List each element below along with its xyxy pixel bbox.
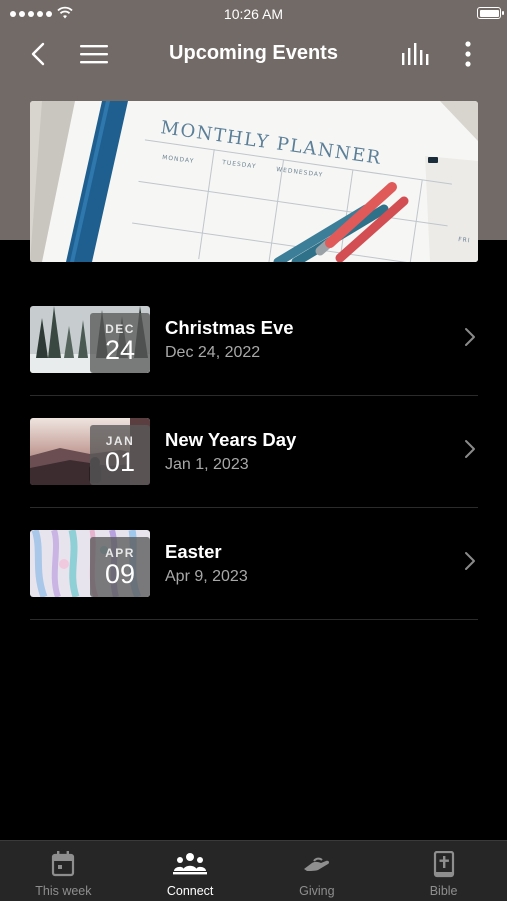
event-name: Easter	[165, 541, 222, 562]
tab-label: This week	[35, 884, 92, 898]
chevron-right-icon	[465, 440, 475, 458]
date-badge: JAN 01	[90, 425, 150, 485]
status-bar: 10:26 AM	[0, 0, 507, 28]
giving-hand-icon	[303, 857, 329, 871]
tab-bar: This week Connect Giving Bible	[0, 840, 507, 901]
tab-bible[interactable]: Bible	[380, 841, 507, 901]
hero-image: MONTHLY PLANNER MONDAY TUESDAY WEDNESDAY…	[30, 101, 478, 262]
badge-day: 24	[104, 335, 136, 365]
calendar-icon	[52, 851, 75, 877]
tab-giving[interactable]: Giving	[254, 841, 381, 901]
badge-day: 09	[104, 559, 136, 589]
badge-month: DEC	[105, 322, 135, 336]
status-time: 10:26 AM	[223, 6, 284, 22]
people-icon	[173, 853, 208, 875]
event-thumbnail: APR 09	[30, 530, 150, 597]
event-date: Dec 24, 2022	[165, 344, 261, 361]
chevron-right-icon	[465, 328, 475, 346]
event-item-easter[interactable]: APR 09 Easter Apr 9, 2023	[30, 508, 478, 620]
event-date: Jan 1, 2023	[165, 456, 249, 473]
event-list: DEC 24 Christmas Eve Dec 24, 2022 JAN 01…	[30, 284, 478, 620]
date-badge: APR 09	[90, 537, 150, 597]
tab-this-week[interactable]: This week	[0, 841, 127, 901]
svg-text:FRI: FRI	[458, 236, 471, 244]
more-vertical-icon	[465, 41, 471, 67]
monthly-planner-photo: MONTHLY PLANNER MONDAY TUESDAY WEDNESDAY…	[30, 101, 478, 262]
tab-connect[interactable]: Connect	[127, 841, 254, 901]
event-item-christmas-eve[interactable]: DEC 24 Christmas Eve Dec 24, 2022	[30, 284, 478, 396]
bible-icon	[433, 851, 454, 878]
chevron-right-icon	[465, 552, 475, 570]
tab-label: Bible	[429, 884, 458, 898]
date-badge: DEC 24	[90, 313, 150, 373]
badge-day: 01	[104, 447, 136, 477]
tab-label: Giving	[299, 884, 335, 898]
event-name: New Years Day	[165, 429, 297, 450]
event-date: Apr 9, 2023	[165, 568, 248, 585]
event-thumbnail: DEC 24	[30, 306, 150, 373]
event-item-new-years-day[interactable]: JAN 01 New Years Day Jan 1, 2023	[30, 396, 478, 508]
battery-icon	[477, 7, 504, 19]
more-options-button[interactable]	[452, 36, 484, 72]
badge-month: JAN	[105, 434, 135, 448]
badge-month: APR	[105, 546, 135, 560]
event-name: Christmas Eve	[165, 317, 294, 338]
event-thumbnail: JAN 01	[30, 418, 150, 485]
audio-bars-icon	[402, 43, 429, 65]
audio-button[interactable]	[396, 36, 436, 72]
tab-label: Connect	[166, 884, 214, 898]
